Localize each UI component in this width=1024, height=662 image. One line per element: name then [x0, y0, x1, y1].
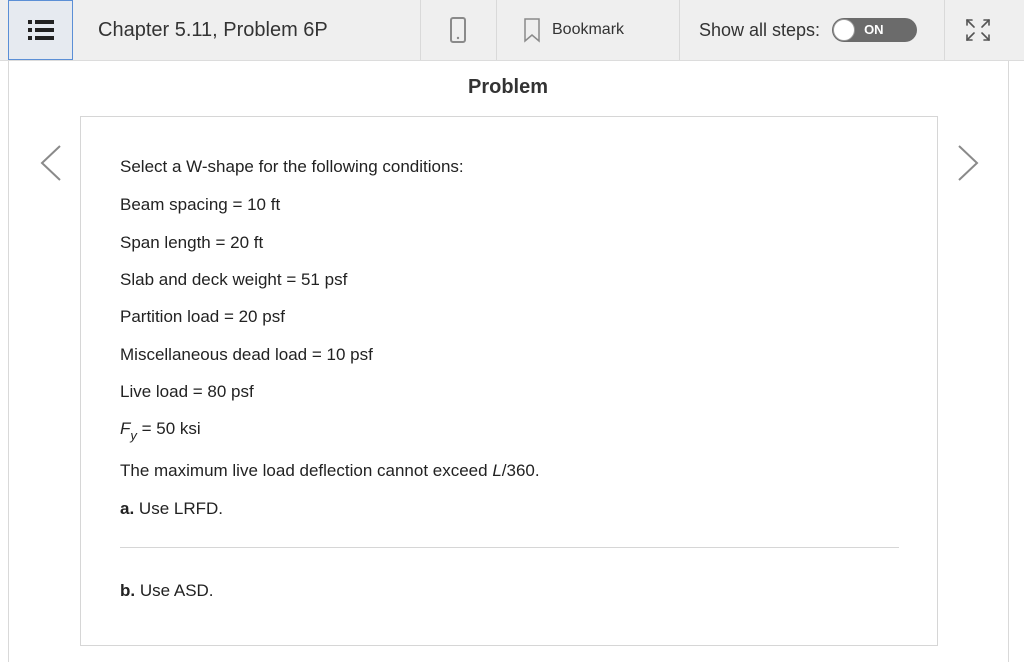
deflection-prefix: The maximum live load deflection cannot … — [120, 461, 493, 480]
device-view-button[interactable] — [420, 0, 496, 60]
page-title: Chapter 5.11, Problem 6P — [98, 18, 328, 41]
section-title: Problem — [467, 76, 549, 98]
bookmark-button[interactable]: Bookmark — [522, 0, 624, 60]
fy-subscript: y — [130, 428, 137, 443]
toggle-knob — [833, 19, 856, 41]
divider — [679, 0, 680, 60]
chevron-right-icon — [958, 145, 979, 181]
part-a-text: Use LRFD. — [134, 499, 223, 518]
problem-intro: Select a W-shape for the following condi… — [120, 157, 464, 176]
condition-live-load: Live load = 80 psf — [120, 382, 254, 401]
show-all-steps: Show all steps: ON — [699, 0, 918, 60]
part-divider — [120, 547, 899, 548]
condition-yield-stress: Fy = 50 ksi — [120, 419, 201, 443]
part-b: b. Use ASD. — [120, 581, 214, 601]
toolbar: Chapter 5.11, Problem 6P Bookmark Show a… — [0, 0, 1024, 61]
toggle-state: ON — [864, 22, 884, 37]
deflection-suffix: /360. — [501, 461, 540, 480]
show-steps-label: Show all steps: — [699, 19, 821, 40]
problem-card: Select a W-shape for the following condi… — [80, 116, 938, 646]
next-button[interactable] — [955, 144, 981, 187]
expand-arrows-icon — [965, 19, 990, 41]
part-a: a. Use LRFD. — [120, 499, 223, 519]
deflection-variable: L — [492, 461, 502, 480]
condition-slab-deck-weight: Slab and deck weight = 51 psf — [120, 270, 348, 289]
fy-symbol: F — [120, 419, 131, 438]
menu-button[interactable] — [8, 0, 73, 60]
condition-beam-spacing: Beam spacing = 10 ft — [120, 195, 281, 214]
show-steps-toggle[interactable]: ON — [832, 18, 918, 42]
condition-partition-load: Partition load = 20 psf — [120, 307, 285, 326]
mobile-device-icon — [450, 17, 466, 43]
chevron-left-icon — [40, 145, 61, 181]
fy-value: = 50 ksi — [136, 419, 201, 438]
part-b-label: b. — [120, 581, 136, 600]
previous-button[interactable] — [38, 144, 64, 187]
divider — [496, 0, 497, 60]
bookmark-icon — [524, 18, 540, 43]
deflection-limit: The maximum live load deflection cannot … — [120, 461, 540, 481]
part-b-text: Use ASD. — [135, 581, 214, 600]
bookmark-label: Bookmark — [552, 21, 625, 38]
condition-misc-dead-load: Miscellaneous dead load = 10 psf — [120, 345, 373, 364]
list-menu-icon — [27, 20, 54, 40]
part-a-label: a. — [120, 499, 135, 518]
fullscreen-button[interactable] — [945, 0, 1010, 60]
condition-span-length: Span length = 20 ft — [120, 233, 264, 252]
